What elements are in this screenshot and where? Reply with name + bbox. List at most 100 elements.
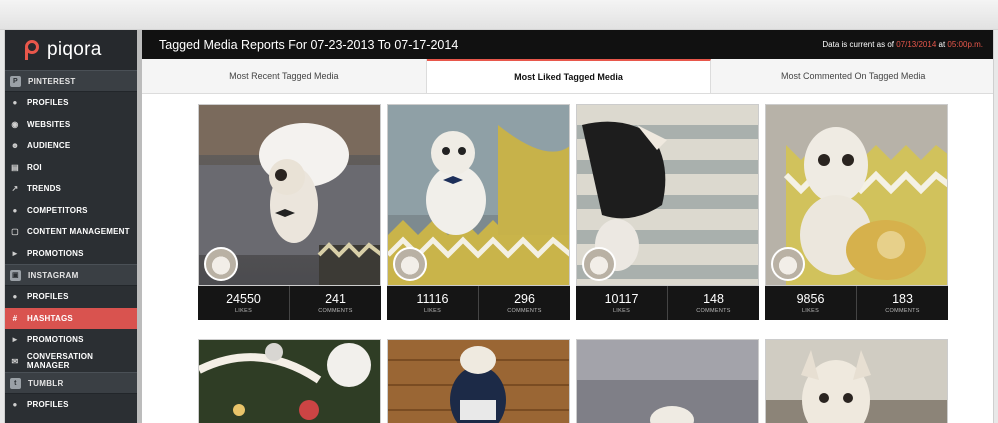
media-card[interactable] [765, 339, 948, 423]
tab-most-recent[interactable]: Most Recent Tagged Media [142, 59, 427, 93]
sidebar-item-websites[interactable]: ◉ WEBSITES [5, 114, 137, 136]
media-card[interactable]: 9856 LIKES 183 COMMENTS [765, 104, 948, 320]
pinterest-icon: P [10, 75, 21, 87]
likes-count: 9856 [796, 292, 825, 306]
sidebar-item-instagram-profiles[interactable]: ● PROFILES [5, 286, 137, 308]
profile-icon: ● [12, 400, 18, 410]
tab-most-commented[interactable]: Most Commented On Tagged Media [711, 59, 993, 93]
browser-chrome [0, 0, 998, 30]
tab-most-liked[interactable]: Most Liked Tagged Media [426, 59, 712, 93]
sidebar-item-label: AUDIENCE [27, 141, 71, 151]
comments-label: COMMENTS [507, 308, 542, 314]
media-card[interactable]: 24550 LIKES 241 COMMENTS [198, 104, 381, 320]
media-photo[interactable] [765, 104, 948, 286]
sidebar-item-label: PROFILES [27, 98, 69, 108]
sidebar-item-label: ROI [27, 162, 42, 172]
browser-frame: piqora P PINTEREST ● PROFILES ◉ WEBSITES ☻… [0, 0, 998, 423]
likes-label: LIKES [612, 308, 631, 314]
profile-icon: ● [12, 292, 18, 302]
sidebar-item-content-management[interactable]: ▢ CONTENT MANAGEMENT [5, 221, 137, 243]
sidebar-item-label: CONTENT MANAGEMENT [27, 227, 130, 237]
sidebar-item-hashtags[interactable]: # HASHTAGS [5, 307, 137, 329]
media-photo[interactable] [576, 104, 759, 286]
data-status: Data is current as of 07/13/2014 at 05:0… [822, 40, 983, 49]
sidebar-item-label: CONVERSATION MANAGER [26, 352, 94, 371]
media-photo[interactable] [387, 104, 570, 286]
media-photo[interactable] [765, 339, 948, 423]
trends-icon: ↗ [11, 184, 19, 194]
sidebar-item-conversation-manager[interactable]: ✉ CONVERSATION MANAGER [5, 351, 137, 373]
likes-label: LIKES [234, 308, 253, 314]
roi-chart-icon: ▤ [11, 162, 19, 172]
comments-label: COMMENTS [318, 308, 353, 314]
media-card[interactable] [387, 339, 570, 423]
instagram-icon: ▣ [10, 269, 21, 281]
media-stats: 24550 LIKES 241 COMMENTS [198, 286, 381, 320]
media-stats: 11116 LIKES 296 COMMENTS [387, 286, 570, 320]
sidebar-section-instagram[interactable]: ▣ INSTAGRAM [5, 264, 137, 286]
main-content: Tagged Media Reports For 07-23-2013 To 0… [142, 30, 993, 423]
comments-count: 148 [703, 292, 724, 306]
status-time: 05:00p.m. [947, 40, 983, 49]
user-avatar[interactable] [771, 247, 805, 281]
media-card[interactable]: 11116 LIKES 296 COMMENTS [387, 104, 570, 320]
media-card[interactable] [198, 339, 381, 423]
likes-stat: 24550 LIKES [198, 286, 290, 320]
sidebar-item-label: WEBSITES [27, 119, 71, 129]
media-photo[interactable] [198, 104, 381, 286]
megaphone-icon: ► [10, 248, 20, 258]
sidebar-item-instagram-promotions[interactable]: ► PROMOTIONS [5, 329, 137, 351]
app-logo[interactable]: piqora [5, 30, 137, 70]
media-photo[interactable] [198, 339, 381, 423]
sidebar-section-pinterest[interactable]: P PINTEREST [5, 70, 137, 92]
section-label: TUMBLR [28, 378, 64, 388]
sidebar: piqora P PINTEREST ● PROFILES ◉ WEBSITES ☻… [5, 30, 137, 423]
status-prefix: Data is current as of [822, 40, 894, 49]
media-card[interactable]: 10117 LIKES 148 COMMENTS [576, 104, 759, 320]
logo-text: piqora [47, 39, 102, 60]
comments-count: 241 [325, 292, 346, 306]
media-stats: 10117 LIKES 148 COMMENTS [576, 286, 759, 320]
status-at: at [938, 40, 946, 49]
dog-jersey-photo-image [388, 340, 569, 423]
sidebar-item-roi[interactable]: ▤ ROI [5, 157, 137, 179]
user-avatar[interactable] [582, 247, 616, 281]
audience-icon: ☻ [10, 141, 20, 151]
section-label: PINTEREST [28, 76, 76, 86]
sidebar-item-label: PROFILES [27, 292, 69, 302]
competitors-icon: ● [12, 205, 18, 215]
sidebar-item-label: PROMOTIONS [27, 248, 84, 258]
dog-photo-image [766, 340, 947, 423]
app-window: piqora P PINTEREST ● PROFILES ◉ WEBSITES ☻… [4, 30, 994, 423]
sidebar-item-pinterest-profiles[interactable]: ● PROFILES [5, 92, 137, 114]
media-photo[interactable] [387, 339, 570, 423]
sidebar-item-trends[interactable]: ↗ TRENDS [5, 178, 137, 200]
media-stats: 9856 LIKES 183 COMMENTS [765, 286, 948, 320]
sidebar-item-tumblr-profiles[interactable]: ● PROFILES [5, 394, 137, 416]
user-avatar[interactable] [204, 247, 238, 281]
comments-label: COMMENTS [696, 308, 731, 314]
sidebar-item-label: COMPETITORS [27, 205, 88, 215]
piqora-logo-icon [25, 40, 41, 60]
sidebar-item-competitors[interactable]: ● COMPETITORS [5, 200, 137, 222]
hashtag-icon: # [12, 313, 18, 323]
section-label: INSTAGRAM [28, 270, 79, 280]
comments-label: COMMENTS [885, 308, 920, 314]
comments-stat: 241 COMMENTS [290, 286, 381, 320]
report-header: Tagged Media Reports For 07-23-2013 To 0… [142, 30, 993, 59]
likes-count: 24550 [226, 292, 261, 306]
sidebar-item-audience[interactable]: ☻ AUDIENCE [5, 135, 137, 157]
media-photo[interactable] [576, 339, 759, 423]
comments-stat: 183 COMMENTS [857, 286, 948, 320]
media-card[interactable] [576, 339, 759, 423]
dog-photo-image [577, 340, 758, 423]
user-avatar[interactable] [393, 247, 427, 281]
sidebar-section-tumblr[interactable]: t TUMBLR [5, 372, 137, 394]
globe-icon: ◉ [11, 119, 19, 129]
sidebar-item-pinterest-promotions[interactable]: ► PROMOTIONS [5, 243, 137, 265]
comments-count: 183 [892, 292, 913, 306]
page-title: Tagged Media Reports For 07-23-2013 To 0… [159, 37, 459, 52]
chat-icon: ✉ [11, 356, 19, 366]
profile-icon: ● [12, 98, 18, 108]
likes-count: 10117 [604, 292, 639, 306]
